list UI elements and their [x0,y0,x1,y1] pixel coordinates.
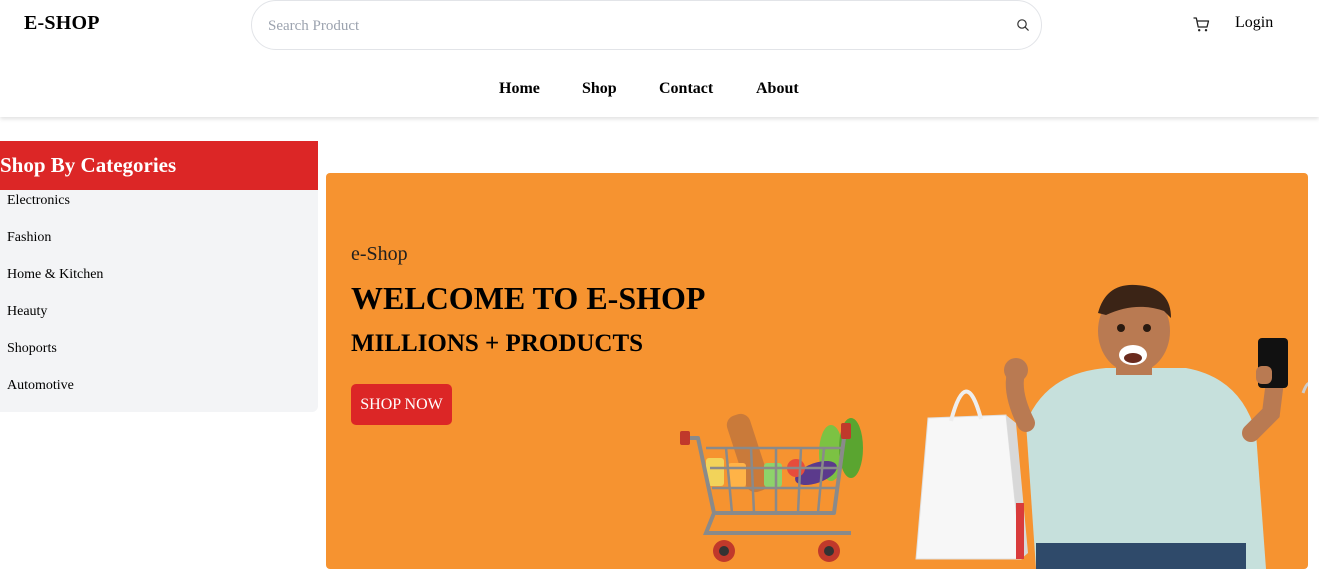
nav-about[interactable]: About [756,80,799,98]
man-image [1004,284,1288,569]
main-nav: Home Shop Contact About [0,80,1319,102]
search-input[interactable] [268,15,988,37]
nav-contact[interactable]: Contact [659,80,713,98]
shop-now-button[interactable]: SHOP NOW [351,384,452,425]
hero-banner: e-Shop WELCOME TO E-SHOP MILLIONS + PROD… [326,173,1308,569]
sidebar-title: Shop By Categories [0,141,318,190]
cart-icon[interactable] [1193,16,1210,33]
category-automotive[interactable]: Automotive [7,378,74,394]
search-bar[interactable] [251,0,1042,50]
hero-illustration [680,284,1308,569]
category-fashion[interactable]: Fashion [7,230,51,246]
hero-eyebrow: e-Shop [351,243,408,265]
login-link[interactable]: Login [1235,14,1273,32]
category-home-kitchen[interactable]: Home & Kitchen [7,267,103,283]
category-sidebar: Shop By Categories Electronics Fashion H… [0,141,318,412]
shopping-cart-image [680,413,863,562]
category-shoports[interactable]: Shoports [7,341,57,357]
hero-subtitle: MILLIONS + PRODUCTS [351,330,644,357]
site-header: E-SHOP Login Home Shop Contact About [0,0,1319,117]
hero-title: WELCOME TO E-SHOP [351,280,706,316]
search-icon[interactable] [1016,18,1030,32]
category-heauty[interactable]: Heauty [7,304,47,320]
nav-home[interactable]: Home [499,80,540,98]
category-electronics[interactable]: Electronics [7,193,70,209]
nav-shop[interactable]: Shop [582,80,617,98]
site-logo[interactable]: E-SHOP [24,12,100,35]
